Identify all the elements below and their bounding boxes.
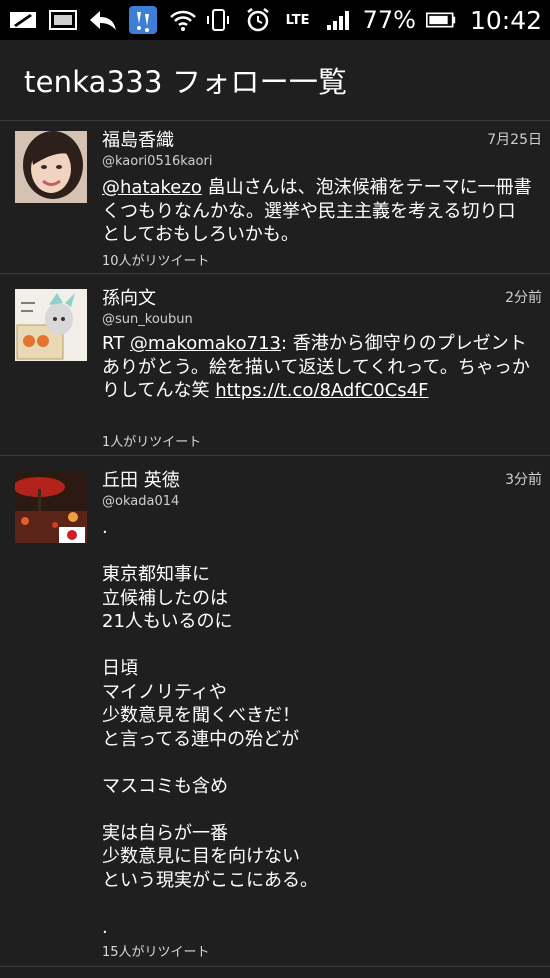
mention-link[interactable]: @makomako713 [130,333,281,354]
alarm-icon [243,6,273,34]
tweet-time: 2分前 [505,290,542,306]
tweet-author-handle[interactable]: @okada014 [102,494,179,509]
pen-icon [8,6,38,34]
app-header: tenka333 フォロー一覧 [0,40,550,120]
app-notification-icon [128,6,158,34]
tweet-text: . 東京都知事に 立候補したのは 21人もいるのに 日頃 マイノリティや 少数意… [102,517,318,938]
image-icon [48,6,78,34]
avatar[interactable] [15,471,87,543]
battery-percent: 77% [362,6,416,34]
page-title: tenka333 フォロー一覧 [24,65,348,99]
signal-icon [323,6,353,34]
mention-link[interactable]: @hatakezo [102,177,202,198]
tweet-item[interactable]: 孫向文 2分前 @sun_koubun RT @makomako713: 香港か… [0,273,550,455]
avatar[interactable] [15,131,87,203]
next-item-divider [0,966,550,978]
phone-vibrate-icon [203,6,233,34]
wifi-icon [168,6,198,34]
tweet-author-name[interactable]: 孫向文 [102,284,156,310]
lte-icon: LTE [283,6,313,34]
timeline: 福島香織 7月25日 @kaori0516kaori @hatakezo 畠山さ… [0,120,550,965]
retweet-prefix: RT [102,333,130,354]
tweet-author-handle[interactable]: @kaori0516kaori [102,154,212,169]
status-bar: LTE 77% 10:42 [0,0,550,40]
back-arrow-icon [88,6,118,34]
clock: 10:42 [469,5,542,35]
url-link[interactable]: https://t.co/8AdfC0Cs4F [215,380,428,401]
tweet-text: RT @makomako713: 香港から御守りのプレゼントありがとう。絵を描い… [102,332,532,403]
retweet-count: 1人がリツイート [102,435,202,450]
retweet-count: 10人がリツイート [102,254,210,269]
tweet-time: 7月25日 [487,132,542,148]
status-bar-notifications [8,6,198,34]
tweet-time: 3分前 [505,472,542,488]
tweet-text: @hatakezo 畠山さんは、泡沫候補をテーマに一冊書くつもりなんかな。選挙や… [102,176,532,247]
tweet-item[interactable]: 丘田 英徳 3分前 @okada014 . 東京都知事に 立候補したのは 21人… [0,455,550,965]
tweet-author-handle[interactable]: @sun_koubun [102,312,193,327]
network-type-label: LTE [285,12,310,28]
tweet-author-name[interactable]: 丘田 英徳 [102,466,180,492]
retweet-count: 15人がリツイート [102,945,210,960]
status-bar-system: LTE 77% 10:42 [203,6,542,35]
avatar[interactable] [15,289,87,361]
tweet-author-name[interactable]: 福島香織 [102,126,174,152]
battery-icon [425,6,456,34]
tweet-item[interactable]: 福島香織 7月25日 @kaori0516kaori @hatakezo 畠山さ… [0,120,550,273]
